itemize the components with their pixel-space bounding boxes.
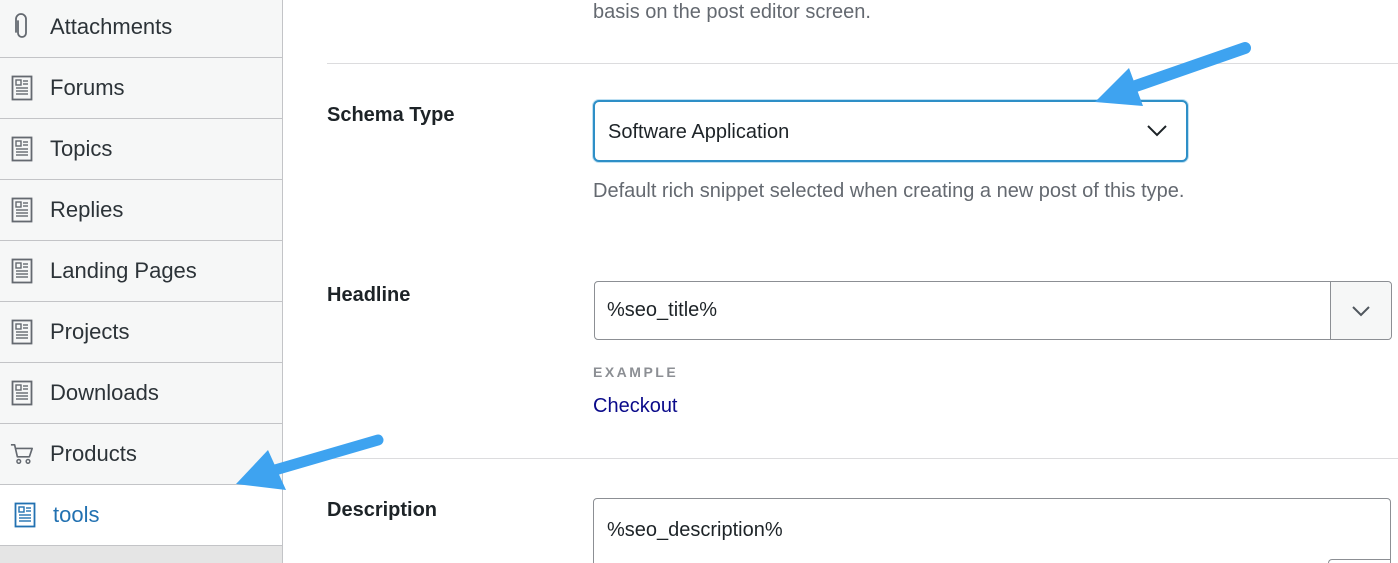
paperclip-icon: [10, 13, 34, 40]
sidebar-next-item: [0, 545, 282, 563]
description-label: Description: [327, 499, 438, 521]
page-icon: [10, 258, 34, 284]
field-description: basis on the post editor screen.: [593, 1, 871, 23]
sidebar-item-downloads[interactable]: Downloads: [0, 363, 282, 424]
cart-icon: [10, 441, 34, 467]
headline-variables-button[interactable]: [1330, 282, 1391, 339]
schema-type-value: Software Application: [608, 121, 790, 143]
sidebar: Attachments Forums Topics Replies Landin…: [0, 0, 283, 563]
headline-label: Headline: [327, 284, 411, 306]
example-label: EXAMPLE: [593, 364, 679, 380]
schema-type-help: Default rich snippet selected when creat…: [593, 180, 1185, 202]
sidebar-item-label: Products: [50, 441, 137, 466]
headline-value: %seo_title%: [607, 299, 718, 321]
description-value: %seo_description%: [607, 519, 783, 541]
sidebar-item-label: Downloads: [50, 380, 159, 405]
sidebar-item-landing-pages[interactable]: Landing Pages: [0, 241, 282, 302]
sidebar-item-tools[interactable]: tools: [0, 485, 282, 546]
sidebar-item-topics[interactable]: Topics: [0, 119, 282, 180]
divider: [327, 63, 1398, 64]
chevron-down-icon: [1146, 124, 1168, 143]
page-icon: [10, 136, 34, 162]
sidebar-item-replies[interactable]: Replies: [0, 180, 282, 241]
settings-panel: basis on the post editor screen. Schema …: [283, 0, 1398, 563]
example-value[interactable]: Checkout: [593, 395, 678, 418]
sidebar-item-label: Replies: [50, 197, 124, 222]
schema-type-select[interactable]: Software Application: [593, 100, 1188, 162]
headline-input[interactable]: %seo_title%: [594, 281, 1392, 340]
page-icon: [10, 197, 34, 223]
sidebar-item-forums[interactable]: Forums: [0, 58, 282, 119]
schema-type-label: Schema Type: [327, 104, 455, 126]
sidebar-item-projects[interactable]: Projects: [0, 302, 282, 363]
page-icon: [10, 380, 34, 406]
page-icon: [13, 502, 37, 528]
sidebar-item-label: Attachments: [50, 14, 173, 39]
divider: [327, 458, 1398, 459]
sidebar-item-label: Projects: [50, 319, 130, 344]
sidebar-item-products[interactable]: Products: [0, 424, 282, 485]
description-variables-button[interactable]: [1328, 559, 1390, 563]
sidebar-item-label: Landing Pages: [50, 258, 197, 283]
sidebar-item-label: tools: [53, 502, 100, 527]
sidebar-item-label: Topics: [50, 136, 113, 161]
page-icon: [10, 319, 34, 345]
description-textarea[interactable]: %seo_description%: [593, 498, 1391, 563]
sidebar-item-label: Forums: [50, 75, 125, 100]
page-icon: [10, 75, 34, 101]
sidebar-item-attachments[interactable]: Attachments: [0, 0, 282, 58]
chevron-down-icon: [1352, 305, 1370, 316]
